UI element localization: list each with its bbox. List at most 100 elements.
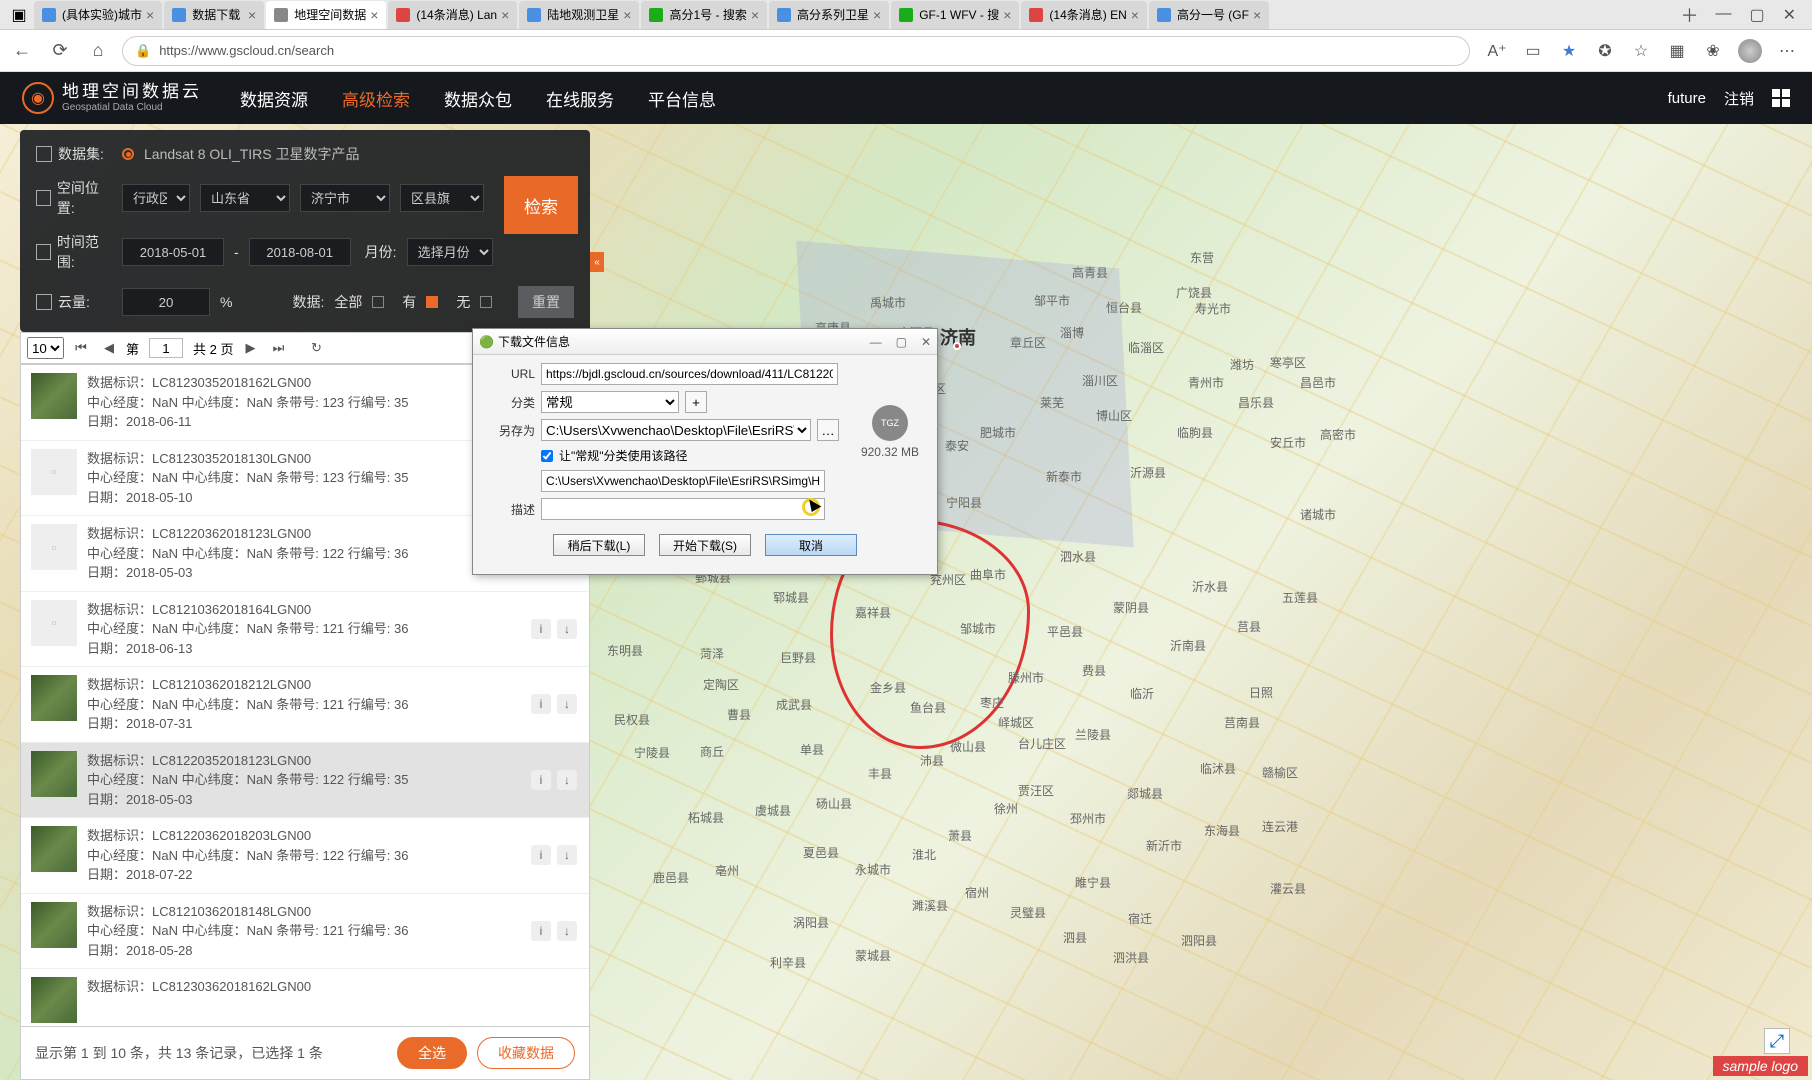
data-yes-chk[interactable]: [426, 296, 438, 308]
search-button[interactable]: 检索: [504, 176, 578, 234]
nav-item[interactable]: 平台信息: [648, 86, 716, 111]
apps-grid-icon[interactable]: [1772, 89, 1790, 107]
download-cancel-button[interactable]: 取消: [765, 534, 857, 556]
nav-item[interactable]: 在线服务: [546, 86, 614, 111]
text-size-icon[interactable]: A⁺: [1486, 40, 1508, 62]
dialog-maximize[interactable]: ▢: [896, 335, 907, 349]
month-select[interactable]: 选择月份: [407, 238, 493, 266]
download-icon[interactable]: ↓: [557, 694, 577, 714]
prev-page-button[interactable]: ◀: [98, 337, 120, 359]
province-select[interactable]: 山东省: [200, 184, 290, 212]
refresh-button[interactable]: ⟳: [46, 37, 74, 65]
logout-link[interactable]: 注销: [1724, 88, 1754, 109]
tab-close-icon[interactable]: ×: [501, 7, 509, 23]
result-item[interactable]: 数据标识：LC81220352018123LGN00中心经度：NaN 中心纬度：…: [21, 743, 589, 819]
result-item[interactable]: ▫数据标识：LC81210362018164LGN00中心经度：NaN 中心纬度…: [21, 592, 589, 668]
category-select[interactable]: 常规: [541, 391, 679, 413]
info-icon[interactable]: i: [531, 921, 551, 941]
download-icon[interactable]: ↓: [557, 921, 577, 941]
result-item[interactable]: 数据标识：LC81220362018203LGN00中心经度：NaN 中心纬度：…: [21, 818, 589, 894]
browse-button[interactable]: …: [817, 419, 839, 441]
info-icon[interactable]: i: [531, 770, 551, 790]
browser-tab[interactable]: (14条消息) EN×: [1021, 1, 1147, 29]
browser-tab[interactable]: 陆地观测卫星×: [519, 1, 639, 29]
new-tab-button[interactable]: ＋: [1675, 1, 1703, 29]
nav-item[interactable]: 数据资源: [240, 86, 308, 111]
result-item[interactable]: 数据标识：LC81210362018212LGN00中心经度：NaN 中心纬度：…: [21, 667, 589, 743]
city-select[interactable]: 济宁市: [300, 184, 390, 212]
browser-tab[interactable]: 地理空间数据×: [266, 1, 386, 29]
info-icon[interactable]: i: [531, 845, 551, 865]
first-page-button[interactable]: ⏮: [70, 337, 92, 359]
district-select[interactable]: 区县旗: [400, 184, 484, 212]
site-logo[interactable]: ◉ 地理空间数据云 Geospatial Data Cloud: [22, 82, 202, 114]
url-field[interactable]: [541, 363, 838, 385]
map-expand-button[interactable]: ⤢: [1764, 1028, 1790, 1054]
more-icon[interactable]: ⋯: [1776, 40, 1798, 62]
download-icon[interactable]: ↓: [557, 619, 577, 639]
minimize-button[interactable]: —: [1715, 5, 1731, 25]
bookmarks-icon[interactable]: ☆: [1630, 40, 1652, 62]
info-icon[interactable]: i: [531, 619, 551, 639]
dialog-close[interactable]: ✕: [921, 335, 931, 349]
tab-close-icon[interactable]: ×: [370, 7, 378, 23]
url-input[interactable]: 🔒 https://www.gscloud.cn/search: [122, 36, 1470, 66]
tab-close-icon[interactable]: ×: [1003, 7, 1011, 23]
desc-field[interactable]: [541, 498, 825, 520]
profile-icon[interactable]: [1738, 39, 1762, 63]
last-page-button[interactable]: ⏭: [267, 337, 289, 359]
browser-tab[interactable]: (具体实验)城市×: [34, 1, 162, 29]
download-later-button[interactable]: 稍后下载(L): [553, 534, 645, 556]
browser-tab[interactable]: 高分系列卫星×: [769, 1, 889, 29]
panel-collapse-button[interactable]: «: [590, 252, 604, 272]
tab-close-icon[interactable]: ×: [146, 7, 154, 23]
browser-tab[interactable]: 高分一号 (GF×: [1149, 1, 1269, 29]
ext-2-icon[interactable]: ❀: [1702, 40, 1724, 62]
tab-close-icon[interactable]: ×: [873, 7, 881, 23]
tab-close-icon[interactable]: ×: [623, 7, 631, 23]
page-size-select[interactable]: 10: [27, 337, 64, 359]
result-item[interactable]: 数据标识：LC81210362018148LGN00中心经度：NaN 中心纬度：…: [21, 894, 589, 970]
user-name[interactable]: future: [1668, 90, 1706, 107]
tab-close-icon[interactable]: ×: [248, 7, 256, 23]
browser-tab[interactable]: (14条消息) Lan×: [388, 1, 517, 29]
result-item[interactable]: 数据标识：LC81230362018162LGN00: [21, 969, 589, 1027]
reset-button[interactable]: 重置: [518, 286, 574, 318]
download-start-button[interactable]: 开始下载(S): [659, 534, 751, 556]
browser-tab[interactable]: 数据下载×: [164, 1, 264, 29]
cloud-input[interactable]: [122, 288, 210, 316]
dialog-minimize[interactable]: —: [870, 335, 882, 349]
data-no-chk[interactable]: [480, 296, 492, 308]
ext-1-icon[interactable]: ✪: [1594, 40, 1616, 62]
info-icon[interactable]: i: [531, 694, 551, 714]
close-window-button[interactable]: ✕: [1783, 5, 1796, 25]
reader-icon[interactable]: ▭: [1522, 40, 1544, 62]
collections-icon[interactable]: ▦: [1666, 40, 1688, 62]
page-input[interactable]: [149, 338, 183, 358]
back-button[interactable]: ←: [8, 37, 36, 65]
saveas-select[interactable]: C:\Users\Xvwenchao\Desktop\File\EsriRS\R…: [541, 419, 811, 441]
download-icon[interactable]: ↓: [557, 845, 577, 865]
location-mode-select[interactable]: 行政区: [122, 184, 190, 212]
favorite-icon[interactable]: ★: [1558, 40, 1580, 62]
download-icon[interactable]: ↓: [557, 770, 577, 790]
tab-close-icon[interactable]: ×: [1131, 7, 1139, 23]
collect-button[interactable]: 收藏数据: [477, 1037, 575, 1069]
path-field[interactable]: [541, 470, 825, 492]
maximize-button[interactable]: ▢: [1749, 5, 1764, 25]
add-category-button[interactable]: +: [685, 391, 707, 413]
date-to-input[interactable]: [249, 238, 351, 266]
home-button[interactable]: ⌂: [84, 37, 112, 65]
nav-item[interactable]: 高级检索: [342, 86, 410, 111]
data-all-chk[interactable]: [372, 296, 384, 308]
reload-button[interactable]: ↻: [305, 337, 327, 359]
next-page-button[interactable]: ▶: [239, 337, 261, 359]
select-all-button[interactable]: 全选: [397, 1037, 467, 1069]
use-path-checkbox[interactable]: [541, 450, 553, 462]
dialog-titlebar[interactable]: 🟢 下载文件信息 — ▢ ✕: [473, 329, 937, 355]
dataset-radio[interactable]: [122, 148, 134, 160]
browser-tab[interactable]: GF-1 WFV - 搜×: [891, 1, 1019, 29]
browser-tab[interactable]: 高分1号 - 搜索×: [641, 1, 767, 29]
tab-close-icon[interactable]: ×: [751, 7, 759, 23]
tab-close-icon[interactable]: ×: [1253, 7, 1261, 23]
